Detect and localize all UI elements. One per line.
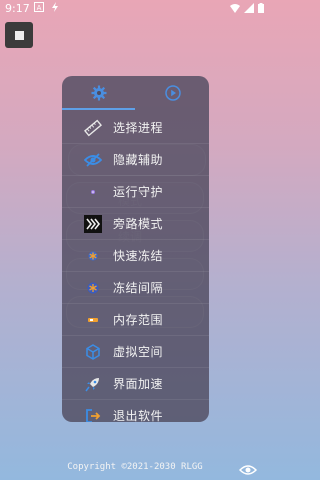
status-bar: 9:17 A xyxy=(0,0,270,18)
a-box-icon: A xyxy=(34,2,44,12)
memory-icon xyxy=(88,318,98,322)
status-right-icons xyxy=(230,3,264,13)
eye-icon[interactable] xyxy=(239,464,257,476)
menu-item-label: 虚拟空间 xyxy=(113,345,164,359)
menu-item-label: 运行守护 xyxy=(113,185,164,199)
tab-indicator xyxy=(62,108,135,110)
menu-item-select-process[interactable]: 选择进程 xyxy=(62,112,209,144)
status-time: 9:17 xyxy=(5,2,30,15)
menu-item-label: 内存范围 xyxy=(113,313,164,327)
copyright-text: Copyright ©2021-2030 RLGG xyxy=(67,462,203,472)
floating-menu-panel: 选择进程 隐藏辅助 运行守护 旁路模式 快速冻结 冻结间隔 内存范围 虚拟空间 … xyxy=(62,76,209,422)
spark-icon xyxy=(91,190,95,194)
menu-item-label: 旁路模式 xyxy=(113,217,164,231)
wifi-icon xyxy=(230,4,240,13)
play-circle-icon xyxy=(164,85,181,101)
menu-item-label: 退出软件 xyxy=(113,409,164,422)
menu-item-label: 快速冻结 xyxy=(113,249,164,263)
ruler-icon xyxy=(84,119,102,137)
tab-play[interactable] xyxy=(136,76,209,110)
snowflake-icon xyxy=(88,251,98,261)
gear-icon xyxy=(91,85,106,101)
lightning-icon xyxy=(52,2,58,12)
menu-item-quick-freeze[interactable]: 快速冻结 xyxy=(62,240,209,272)
eye-slash-icon xyxy=(84,153,102,167)
cube-icon xyxy=(86,344,100,360)
menu-item-label: 选择进程 xyxy=(113,121,164,135)
status-left-icons: A xyxy=(34,2,60,12)
menu-item-label: 隐藏辅助 xyxy=(113,153,164,167)
menu-item-ui-accelerate[interactable]: 界面加速 xyxy=(62,368,209,400)
menu-item-freeze-interval[interactable]: 冻结间隔 xyxy=(62,272,209,304)
menu-item-hide-assist[interactable]: 隐藏辅助 xyxy=(62,144,209,176)
menu-item-memory-range[interactable]: 内存范围 xyxy=(62,304,209,336)
menu-item-virtual-space[interactable]: 虚拟空间 xyxy=(62,336,209,368)
menu-item-run-guard[interactable]: 运行守护 xyxy=(62,176,209,208)
menu-item-label: 界面加速 xyxy=(113,377,164,391)
stop-button[interactable] xyxy=(5,22,33,48)
signal-icon xyxy=(244,3,254,13)
svg-text:A: A xyxy=(37,4,42,12)
snowflake-clock-icon xyxy=(87,282,99,294)
menu-item-exit[interactable]: 退出软件 xyxy=(62,400,209,422)
chevrons-icon xyxy=(84,215,102,233)
stop-icon xyxy=(14,30,24,40)
menu-list: 选择进程 隐藏辅助 运行守护 旁路模式 快速冻结 冻结间隔 内存范围 虚拟空间 … xyxy=(62,112,209,422)
tab-settings[interactable] xyxy=(62,76,135,110)
menu-item-label: 冻结间隔 xyxy=(113,281,164,295)
menu-item-bypass-mode[interactable]: 旁路模式 xyxy=(62,208,209,240)
panel-tabs xyxy=(62,76,209,110)
rocket-icon xyxy=(85,378,99,392)
exit-icon xyxy=(86,409,101,422)
battery-icon xyxy=(258,3,264,13)
